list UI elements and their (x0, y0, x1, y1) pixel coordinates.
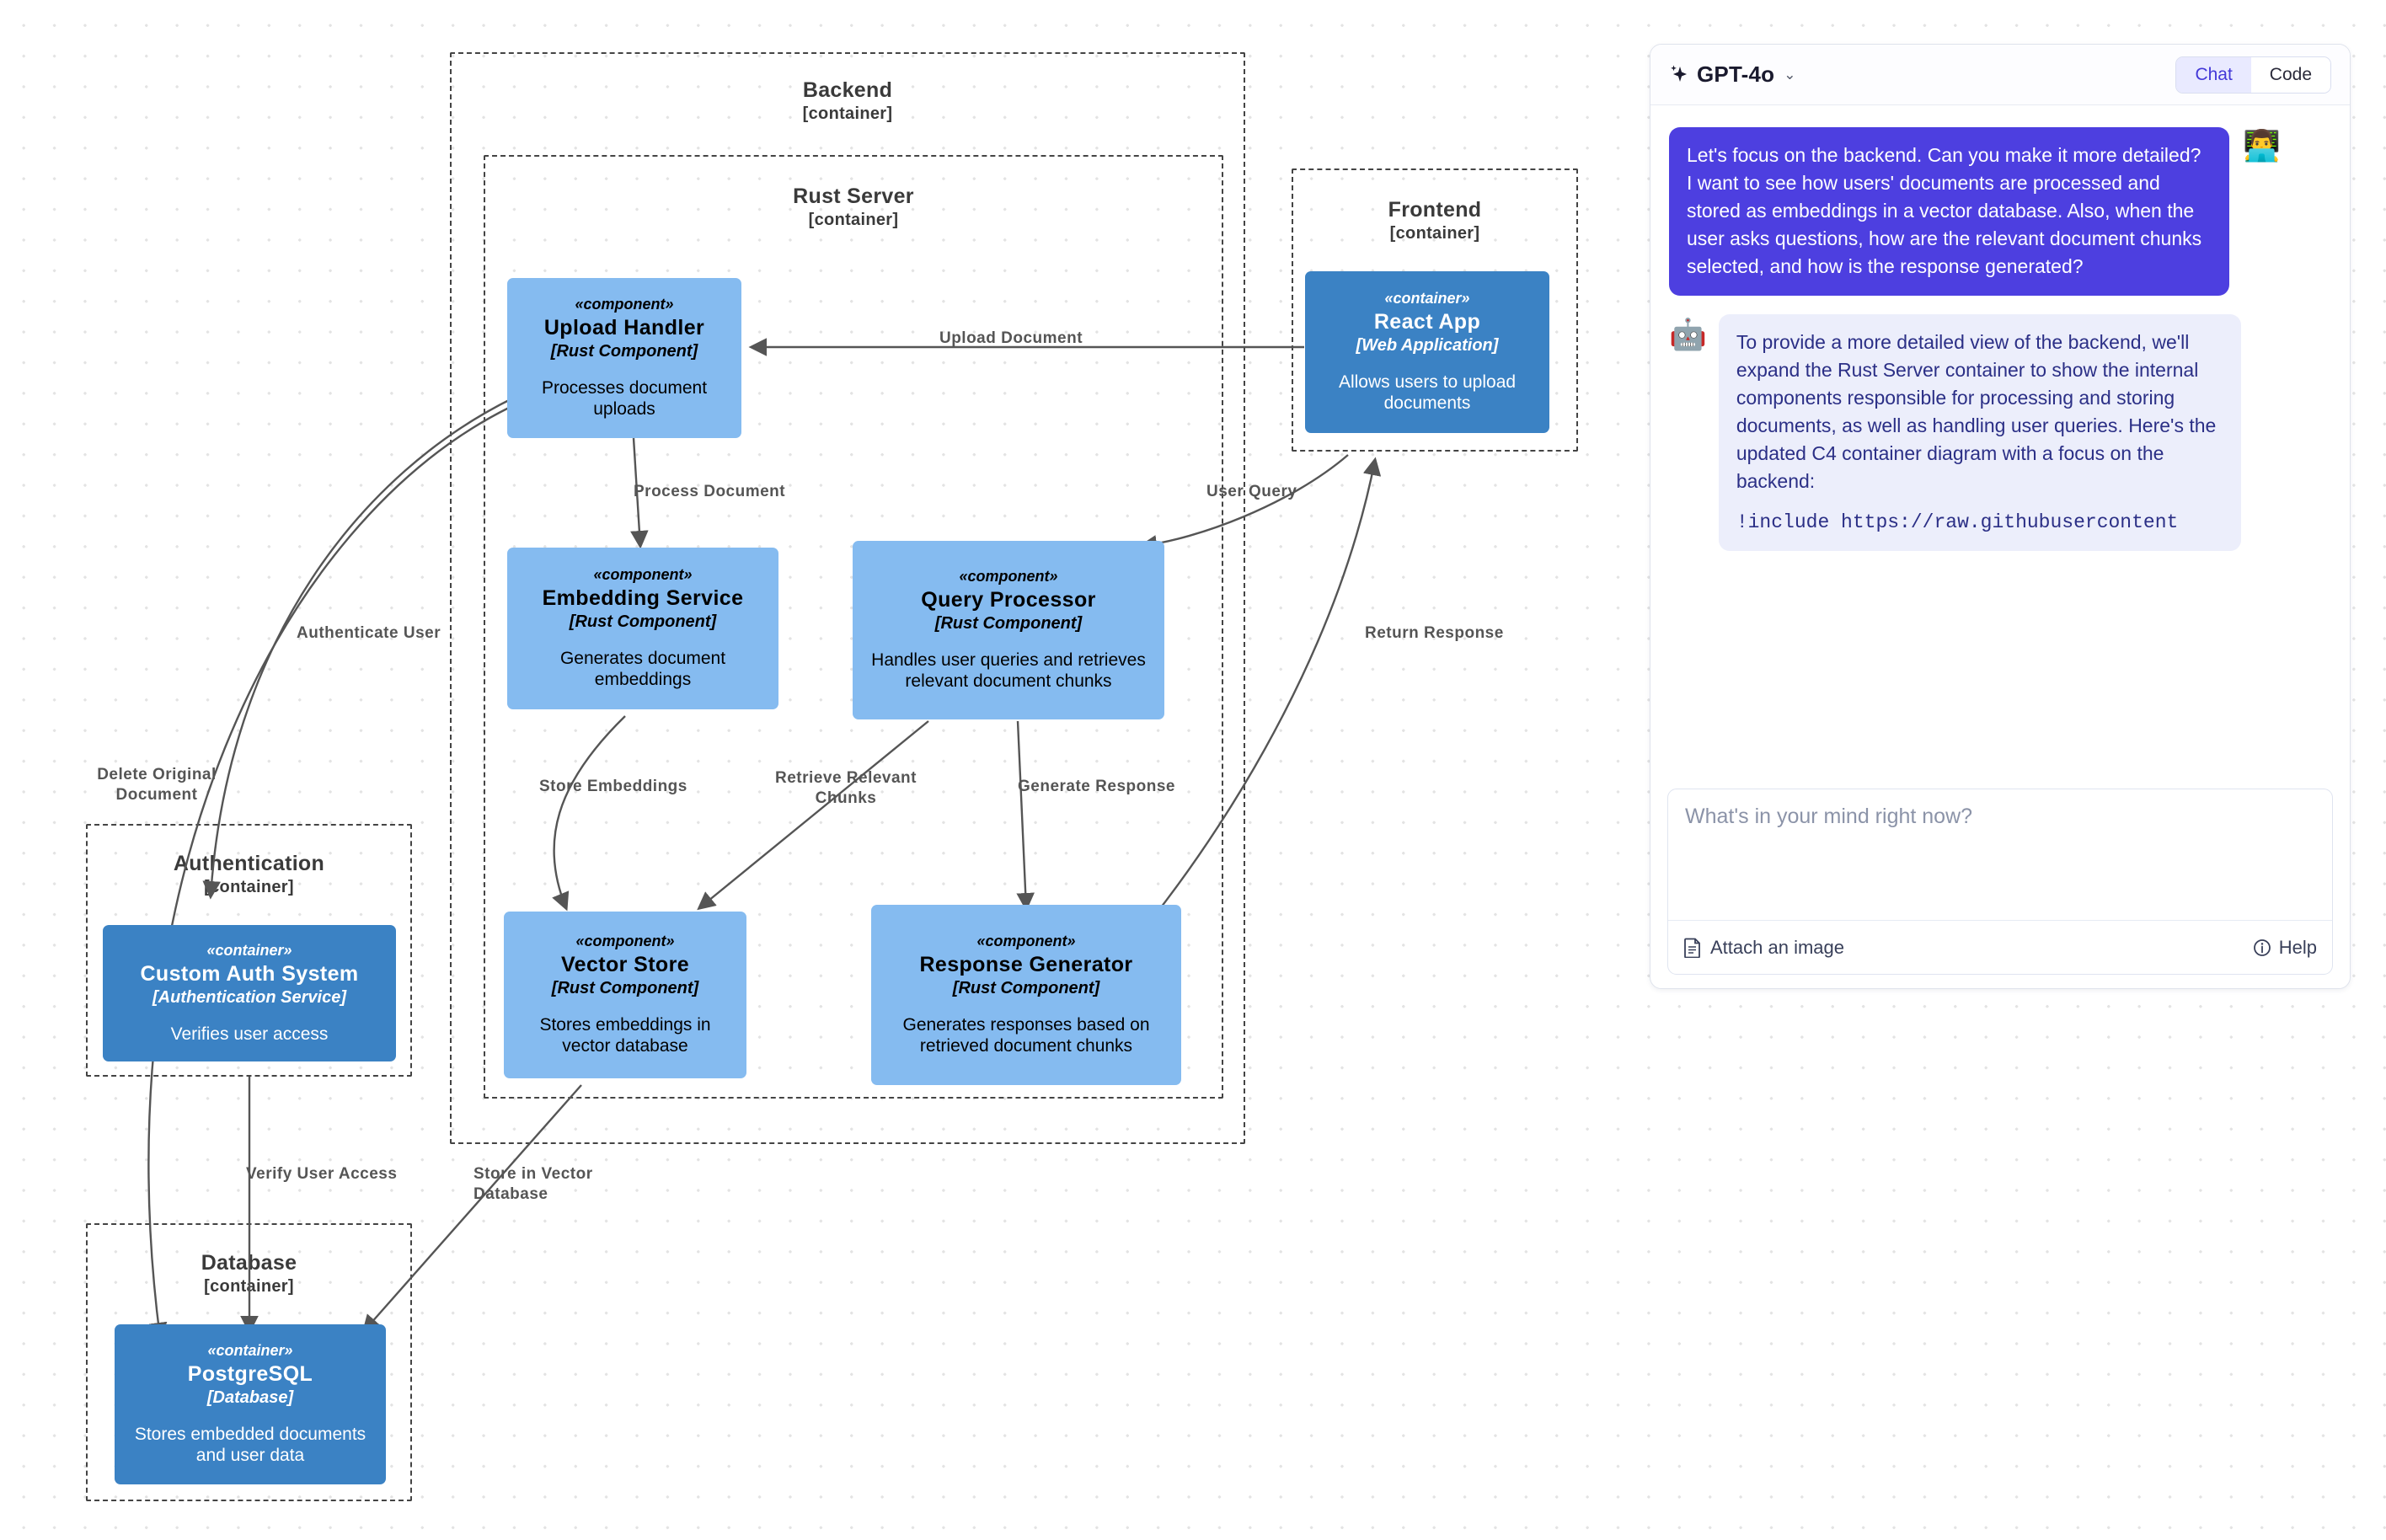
chat-message-assistant-text: To provide a more detailed view of the b… (1736, 330, 2217, 493)
node-upload-handler-stereotype: «component» (575, 295, 674, 313)
edge-label-verify-user-access: Verify User Access (246, 1165, 398, 1183)
node-custom-auth-system-stereotype: «container» (206, 941, 292, 959)
node-vector-store-stereotype: «component» (575, 932, 675, 949)
boundary-database-type: [container] (204, 1277, 294, 1297)
node-custom-auth-system[interactable]: «container» Custom Auth System [Authenti… (103, 925, 396, 1061)
chat-message-assistant-body: To provide a more detailed view of the b… (1718, 313, 2241, 552)
node-query-processor-name: Query Processor (921, 587, 1096, 612)
node-react-app-name: React App (1373, 309, 1481, 334)
boundary-backend-name: Backend (802, 78, 893, 102)
boundary-rust-server-name: Rust Server (793, 184, 914, 208)
chat-message-user-text: Let's focus on the backend. Can you make… (1669, 127, 2229, 296)
edge-label-delete-original-document: Delete Original Document (97, 766, 217, 805)
node-embedding-service[interactable]: «component» Embedding Service [Rust Comp… (507, 548, 778, 709)
info-icon (2253, 938, 2271, 958)
chat-message-user: Let's focus on the backend. Can you make… (1669, 127, 2331, 296)
boundary-frontend-name: Frontend (1388, 198, 1482, 222)
node-postgresql-tech: [Database] (206, 1388, 294, 1408)
node-vector-store-tech: [Rust Component] (551, 979, 699, 998)
boundary-backend-type: [container] (802, 104, 893, 124)
node-embedding-service-name: Embedding Service (542, 586, 744, 610)
node-postgresql-stereotype: «container» (207, 1341, 293, 1359)
edge-label-user-query: User Query (1206, 483, 1297, 500)
node-response-generator-name: Response Generator (919, 952, 1133, 976)
node-query-processor-desc: Handles user queries and retrieves relev… (871, 650, 1146, 692)
boundary-authentication-type: [container] (204, 878, 294, 897)
node-upload-handler[interactable]: «component» Upload Handler [Rust Compone… (507, 278, 741, 438)
boundary-rust-server-type: [container] (808, 211, 899, 230)
chat-panel: GPT-4o ⌄ Chat Code Let's focus on the ba… (1650, 44, 2351, 989)
message-input[interactable] (1668, 789, 2332, 916)
model-selector[interactable]: GPT-4o ⌄ (1669, 61, 1795, 88)
node-upload-handler-name: Upload Handler (543, 315, 705, 340)
node-custom-auth-system-name: Custom Auth System (140, 961, 359, 986)
node-react-app-tech: [Web Application] (1356, 336, 1499, 356)
node-response-generator[interactable]: «component» Response Generator [Rust Com… (871, 905, 1181, 1085)
edge-label-authenticate-user: Authenticate User (297, 624, 441, 642)
node-embedding-service-desc: Generates document embeddings (559, 648, 726, 690)
node-response-generator-stereotype: «component» (976, 932, 1076, 949)
boundary-rust-server-title: Rust Server [container] (485, 184, 1222, 231)
edge-label-retrieve-relevant-chunks: Retrieve Relevant Chunks (775, 769, 917, 808)
edge-label-upload-document: Upload Document (939, 329, 1083, 347)
node-vector-store-name: Vector Store (560, 952, 690, 976)
chat-header: GPT-4o ⌄ Chat Code (1650, 45, 2350, 105)
app-canvas: Backend [container] Rust Server [contain… (0, 0, 2386, 1540)
message-composer[interactable]: Attach an image Help (1667, 789, 2333, 975)
node-react-app-desc: Allows users to upload documents (1338, 372, 1517, 414)
node-upload-handler-tech: [Rust Component] (550, 342, 698, 361)
node-postgresql[interactable]: «container» PostgreSQL [Database] Stores… (115, 1324, 386, 1484)
assistant-avatar-icon: 🤖 (1669, 316, 1707, 351)
node-postgresql-desc: Stores embedded documents and user data (134, 1424, 366, 1466)
boundary-frontend-title: Frontend [container] (1293, 197, 1576, 244)
boundary-authentication-title: Authentication [container] (88, 851, 410, 898)
boundary-authentication-name: Authentication (173, 852, 325, 875)
edge-label-generate-response: Generate Response (1018, 778, 1175, 795)
help-button[interactable]: Help (2253, 937, 2317, 959)
user-avatar-icon: 👨‍💻 (2243, 128, 2281, 163)
node-vector-store[interactable]: «component» Vector Store [Rust Component… (504, 912, 746, 1078)
sparkle-icon (1669, 64, 1689, 86)
node-postgresql-name: PostgreSQL (187, 1361, 313, 1386)
chat-message-list[interactable]: Let's focus on the backend. Can you make… (1650, 105, 2350, 578)
node-embedding-service-tech: [Rust Component] (569, 612, 717, 632)
c4-diagram[interactable]: Backend [container] Rust Server [contain… (0, 0, 1651, 1540)
boundary-backend-title: Backend [container] (452, 78, 1244, 125)
node-response-generator-desc: Generates responses based on retrieved d… (902, 1014, 1150, 1056)
node-query-processor[interactable]: «component» Query Processor [Rust Compon… (853, 541, 1164, 719)
attach-image-label: Attach an image (1710, 936, 1844, 958)
model-name: GPT-4o (1697, 61, 1775, 87)
node-custom-auth-system-tech: [Authentication Service] (152, 988, 347, 1008)
document-icon (1683, 938, 1702, 958)
composer-toolbar: Attach an image Help (1668, 920, 2332, 974)
edge-label-store-embeddings: Store Embeddings (539, 778, 687, 795)
help-label: Help (2278, 936, 2317, 958)
node-query-processor-stereotype: «component» (959, 567, 1058, 585)
chat-message-assistant: 🤖 To provide a more detailed view of the… (1669, 313, 2331, 552)
node-react-app[interactable]: «container» React App [Web Application] … (1305, 271, 1549, 433)
attach-image-button[interactable]: Attach an image (1683, 937, 1844, 959)
node-upload-handler-desc: Processes document uploads (541, 377, 708, 420)
node-custom-auth-system-desc: Verifies user access (170, 1024, 329, 1044)
edge-label-process-document: Process Document (634, 483, 786, 500)
edge-label-store-in-vector-database: Store in Vector Database (473, 1165, 593, 1204)
tab-chat[interactable]: Chat (2176, 56, 2251, 93)
edge-label-return-response: Return Response (1365, 624, 1504, 642)
tab-code[interactable]: Code (2250, 56, 2330, 93)
boundary-database-title: Database [container] (88, 1250, 410, 1297)
boundary-frontend-type: [container] (1389, 224, 1480, 243)
node-react-app-stereotype: «container» (1384, 289, 1470, 307)
chevron-down-icon[interactable]: ⌄ (1784, 67, 1795, 83)
node-vector-store-desc: Stores embeddings in vector database (539, 1014, 711, 1056)
boundary-database-name: Database (201, 1251, 297, 1275)
view-mode-toggle[interactable]: Chat Code (2175, 56, 2331, 94)
chat-message-assistant-code: !include https://raw.githubusercontent (1736, 511, 2179, 534)
node-response-generator-tech: [Rust Component] (952, 979, 1100, 998)
node-embedding-service-stereotype: «component» (593, 565, 693, 583)
node-query-processor-tech: [Rust Component] (934, 614, 1083, 634)
